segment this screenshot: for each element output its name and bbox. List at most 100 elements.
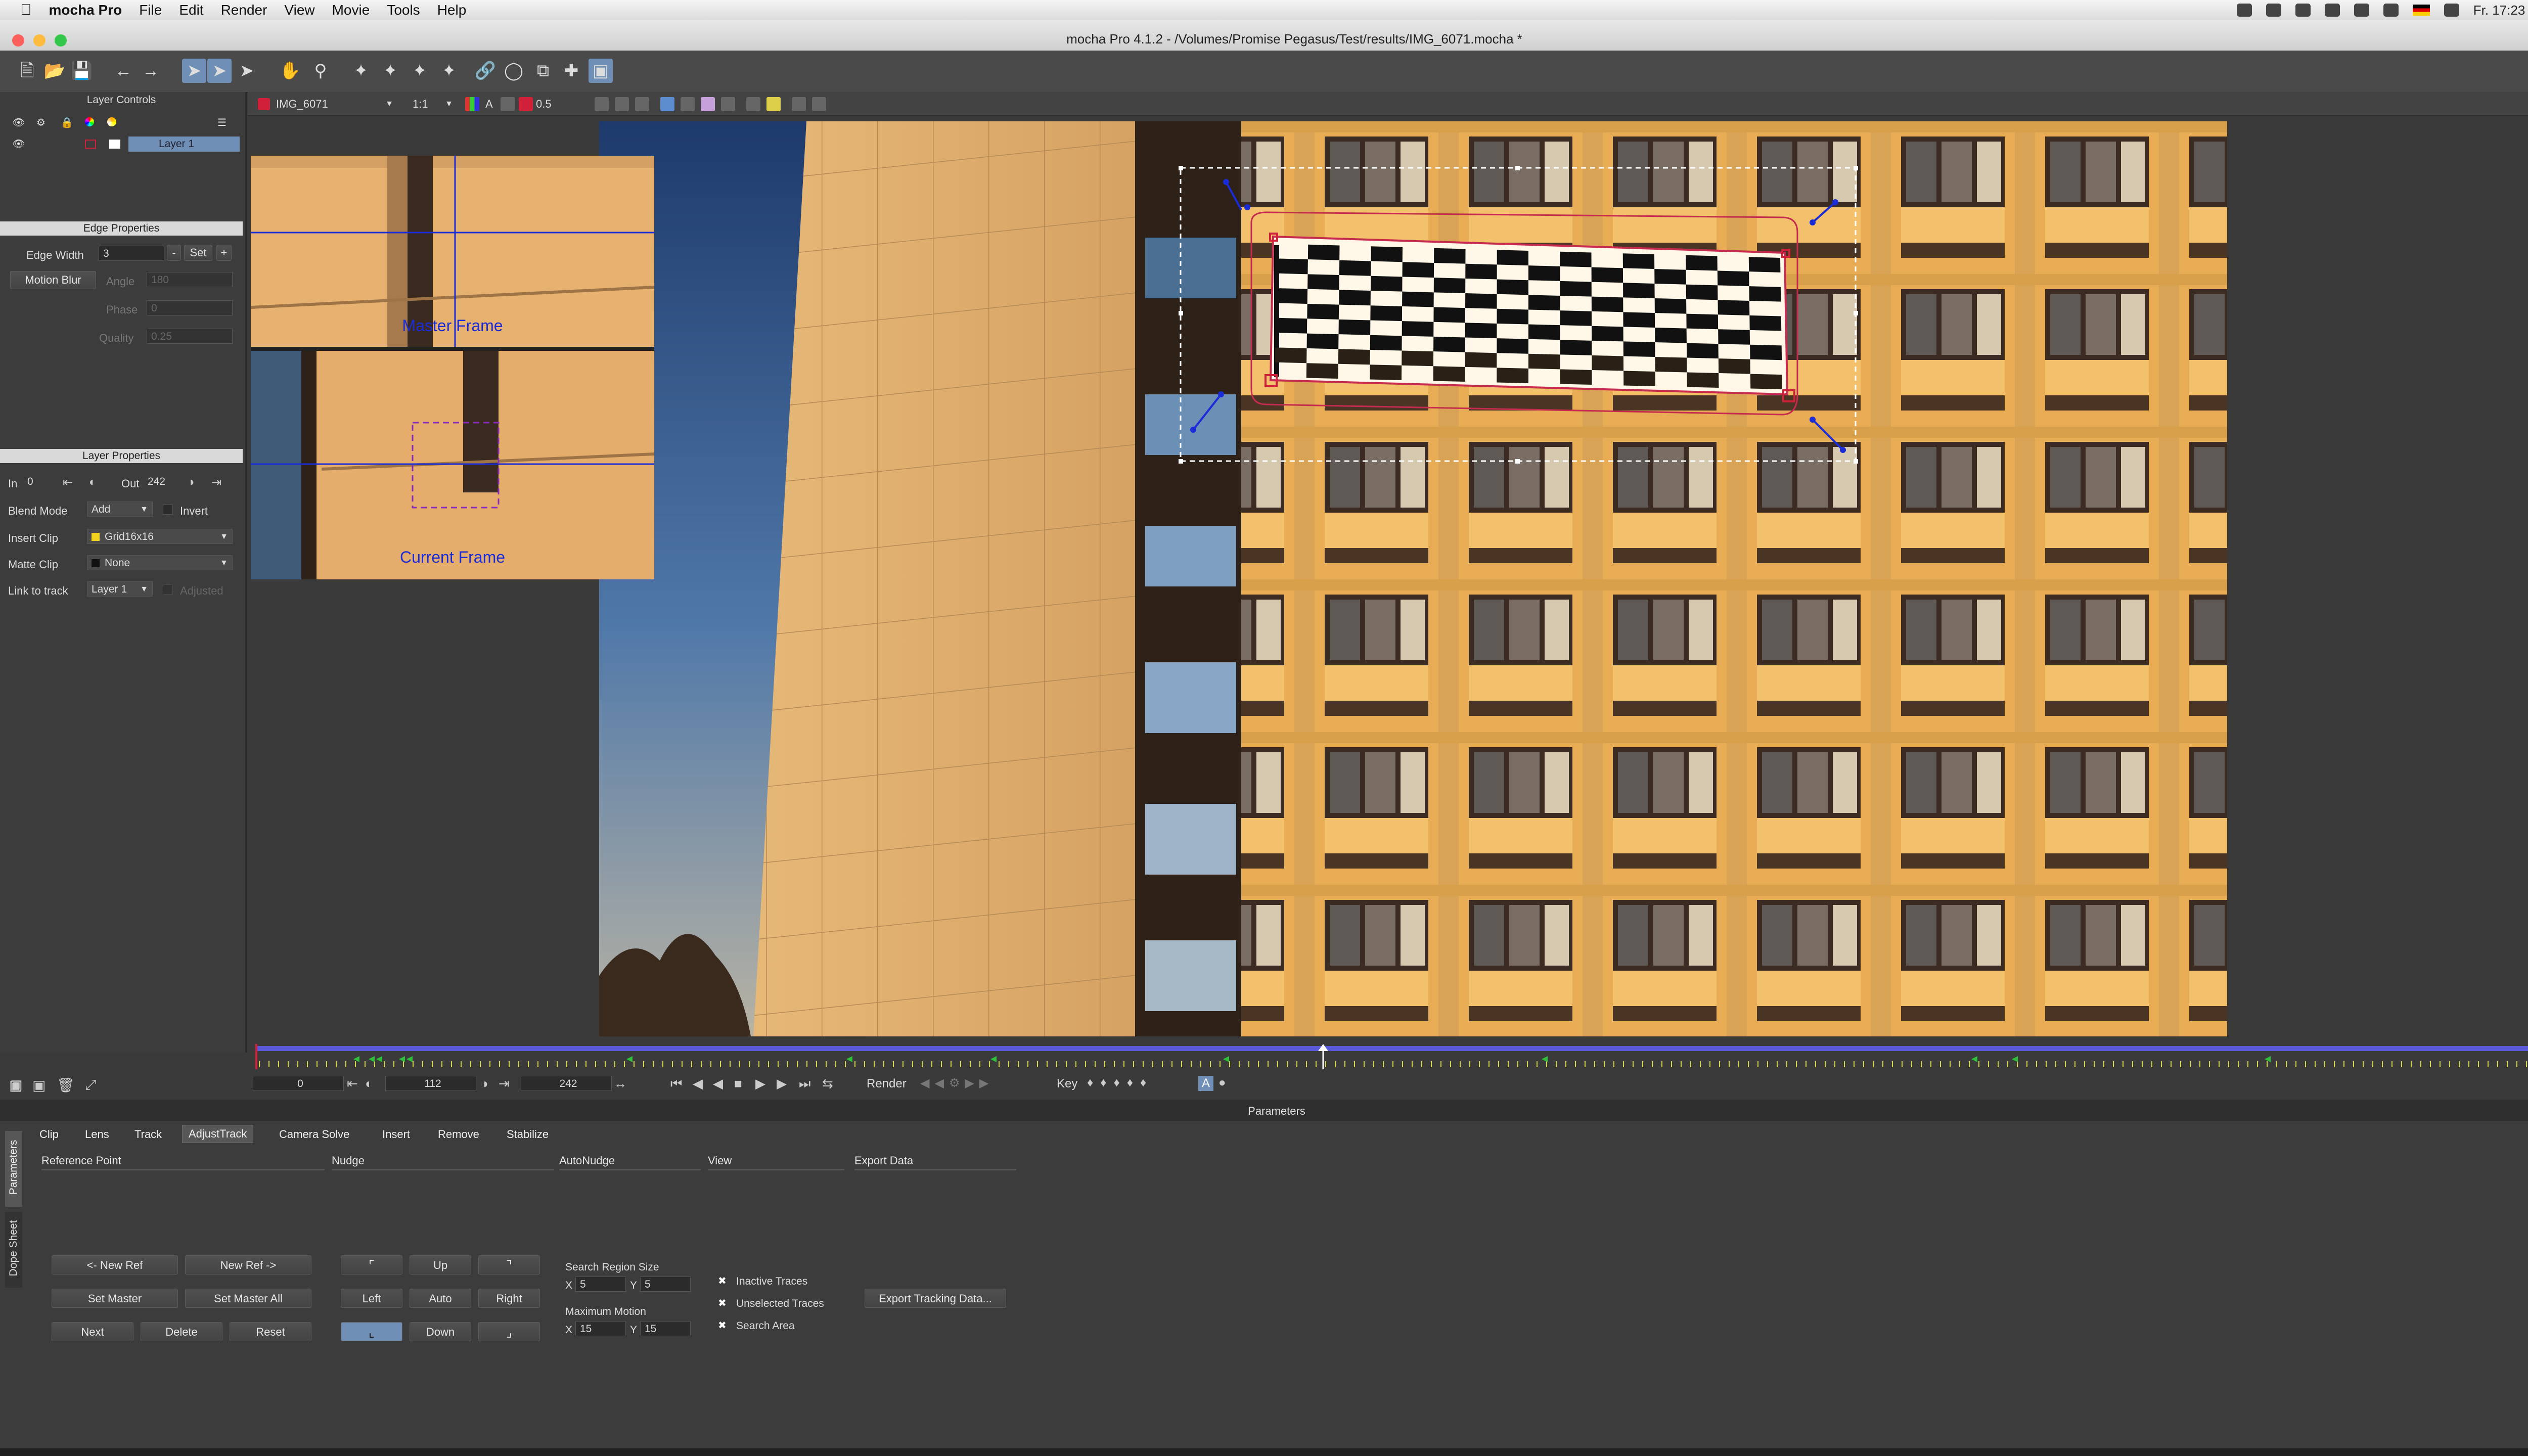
out-field[interactable]: 242 xyxy=(144,474,184,489)
view-mode-icon-2[interactable] xyxy=(615,97,629,111)
flag-icon[interactable] xyxy=(2412,5,2430,16)
tab-stabilize[interactable]: Stabilize xyxy=(501,1126,555,1143)
in-field[interactable]: 0 xyxy=(23,474,59,489)
menu-help[interactable]: Help xyxy=(437,2,467,18)
fullscreen-icon[interactable]: ⤢ xyxy=(85,1077,96,1094)
reset-button[interactable]: Reset xyxy=(230,1322,311,1341)
edge-width-plus[interactable]: + xyxy=(216,245,232,261)
menu-edit[interactable]: Edit xyxy=(179,2,203,18)
add-point-tool-icon[interactable]: ➤ xyxy=(235,59,259,83)
layer-visibility-icon[interactable]: 👁 xyxy=(12,138,25,150)
max-motion-y-field[interactable]: 15 xyxy=(640,1321,691,1336)
set-out-icon[interactable]: ⇥ xyxy=(211,475,221,490)
move-icon[interactable]: ✚ xyxy=(559,59,583,83)
zoom-timeline-icon[interactable]: ↔ xyxy=(614,1076,627,1091)
matte-clip-select[interactable]: None ▼ xyxy=(87,555,233,570)
stop-icon[interactable]: ■ xyxy=(734,1076,742,1091)
tab-lens[interactable]: Lens xyxy=(79,1126,115,1143)
set-master-button[interactable]: Set Master xyxy=(52,1289,178,1308)
play-back-icon[interactable]: ◀ xyxy=(713,1076,723,1091)
surface-icon[interactable]: ▣ xyxy=(589,59,613,83)
go-start-icon[interactable]: ⏮ xyxy=(670,1076,682,1092)
side-tab-dope-sheet[interactable]: Dope Sheet xyxy=(5,1212,22,1288)
timemachine-icon[interactable] xyxy=(2354,4,2369,17)
new-project-icon[interactable]: 🗎 xyxy=(15,59,39,83)
apple-icon[interactable]:  xyxy=(20,2,32,19)
go-in-icon[interactable]: ◐ xyxy=(89,475,97,489)
bluetooth-icon[interactable] xyxy=(2383,4,2399,17)
edge-width-minus[interactable]: - xyxy=(167,245,181,261)
layer-name[interactable]: Layer 1 xyxy=(128,136,240,152)
luminance-icon[interactable] xyxy=(501,97,515,111)
nudge-down-button[interactable]: Down xyxy=(410,1322,471,1341)
inactive-traces-checkbox[interactable]: ✖ xyxy=(718,1276,727,1286)
search-region-x-field[interactable]: 5 xyxy=(575,1277,626,1292)
keyframe-marker[interactable] xyxy=(1542,1056,1548,1062)
settings-view-icon[interactable] xyxy=(792,97,806,111)
go-end-icon[interactable]: ⏭ xyxy=(799,1076,810,1092)
search-area-checkbox[interactable]: ✖ xyxy=(718,1321,727,1331)
tab-remove[interactable]: Remove xyxy=(432,1126,485,1143)
grid-view-icon[interactable] xyxy=(681,97,695,111)
invert-checkbox[interactable] xyxy=(163,505,173,515)
overlay-opacity-value[interactable]: 0.5 xyxy=(536,97,552,111)
keyframe-marker[interactable] xyxy=(2012,1056,2018,1062)
nudge-left-button[interactable]: Left xyxy=(341,1289,402,1308)
view-mode-icon-1[interactable] xyxy=(595,97,609,111)
clock[interactable]: Fr. 17:23 xyxy=(2473,3,2525,18)
new-ref-prev-button[interactable]: <- New Ref xyxy=(52,1255,178,1275)
volume-icon[interactable] xyxy=(2444,4,2459,17)
adjusted-checkbox[interactable] xyxy=(163,584,173,595)
stabilize-view-icon[interactable] xyxy=(746,97,760,111)
keyframe-marker[interactable] xyxy=(626,1056,633,1062)
mattes-view-icon[interactable] xyxy=(701,97,715,111)
trash-icon[interactable]: 🗑 xyxy=(57,1077,75,1094)
menu-movie[interactable]: Movie xyxy=(332,2,370,18)
loop-icon[interactable]: ⇆ xyxy=(822,1076,833,1091)
clip-select[interactable]: IMG_6071 ▼ xyxy=(276,97,397,111)
select-all-tool-icon[interactable]: ➤ xyxy=(207,59,232,83)
pick-tool-icon[interactable]: ➤ xyxy=(182,59,206,83)
go-to-out-icon[interactable]: ◑ xyxy=(480,1076,488,1091)
blend-mode-select[interactable]: Add ▼ xyxy=(87,502,153,517)
keyframe-marker[interactable] xyxy=(990,1056,997,1062)
start-frame-field[interactable]: 0 xyxy=(253,1076,344,1091)
extra-view-icon[interactable] xyxy=(812,97,826,111)
menu-view[interactable]: View xyxy=(284,2,314,18)
zoom-select[interactable]: 1:1 ▼ xyxy=(413,97,453,111)
overlay-opacity-icon[interactable] xyxy=(519,97,533,111)
create-xspline-icon[interactable]: ✦ xyxy=(349,59,373,83)
nudge-down-left-button[interactable]: ⌞ xyxy=(341,1322,402,1341)
link-to-track-select[interactable]: Layer 1 ▼ xyxy=(87,581,153,597)
next-button[interactable]: Next xyxy=(52,1322,133,1341)
current-frame-field[interactable]: 112 xyxy=(385,1076,476,1091)
delete-button[interactable]: Delete xyxy=(141,1322,222,1341)
create-bspline-icon[interactable]: ✦ xyxy=(408,59,432,83)
tab-track[interactable]: Track xyxy=(128,1126,168,1143)
open-project-icon[interactable]: 📂 xyxy=(42,59,67,83)
keyframe-controls-icon[interactable]: ♦♦♦♦♦ xyxy=(1087,1076,1153,1090)
nudge-up-right-button[interactable]: ⌝ xyxy=(478,1255,540,1275)
auto-key-icon[interactable]: A xyxy=(1198,1076,1213,1091)
side-tab-parameters[interactable]: Parameters xyxy=(5,1131,22,1207)
keyframe-marker[interactable] xyxy=(369,1056,375,1062)
undo-icon[interactable]: ← xyxy=(111,59,136,83)
tab-insert[interactable]: Insert xyxy=(376,1126,416,1143)
keyframe-marker[interactable] xyxy=(1223,1056,1229,1062)
export-tracking-data-button[interactable]: Export Tracking Data... xyxy=(865,1289,1006,1308)
play-forward-icon[interactable]: ▶ xyxy=(755,1076,765,1091)
footage-frame[interactable] xyxy=(599,121,2227,1036)
timeline[interactable] xyxy=(253,1044,2528,1072)
nudge-right-button[interactable]: Right xyxy=(478,1289,540,1308)
layer-panel-toggle-icon[interactable]: ▣ xyxy=(9,1077,22,1094)
set-out-point-icon[interactable]: ⇥ xyxy=(499,1076,510,1091)
layer-menu-icon[interactable]: ☰ xyxy=(217,116,227,129)
keyframe-marker[interactable] xyxy=(407,1056,413,1062)
tab-adjusttrack[interactable]: AdjustTrack xyxy=(182,1125,254,1143)
keyframe-marker[interactable] xyxy=(846,1056,852,1062)
transform-icon[interactable]: ⧉ xyxy=(531,59,555,83)
gear-icon[interactable]: ⚙ xyxy=(36,116,46,129)
view-mode-icon-3[interactable] xyxy=(635,97,649,111)
search-region-y-field[interactable]: 5 xyxy=(640,1277,691,1292)
dropbox-icon[interactable] xyxy=(2236,4,2252,17)
